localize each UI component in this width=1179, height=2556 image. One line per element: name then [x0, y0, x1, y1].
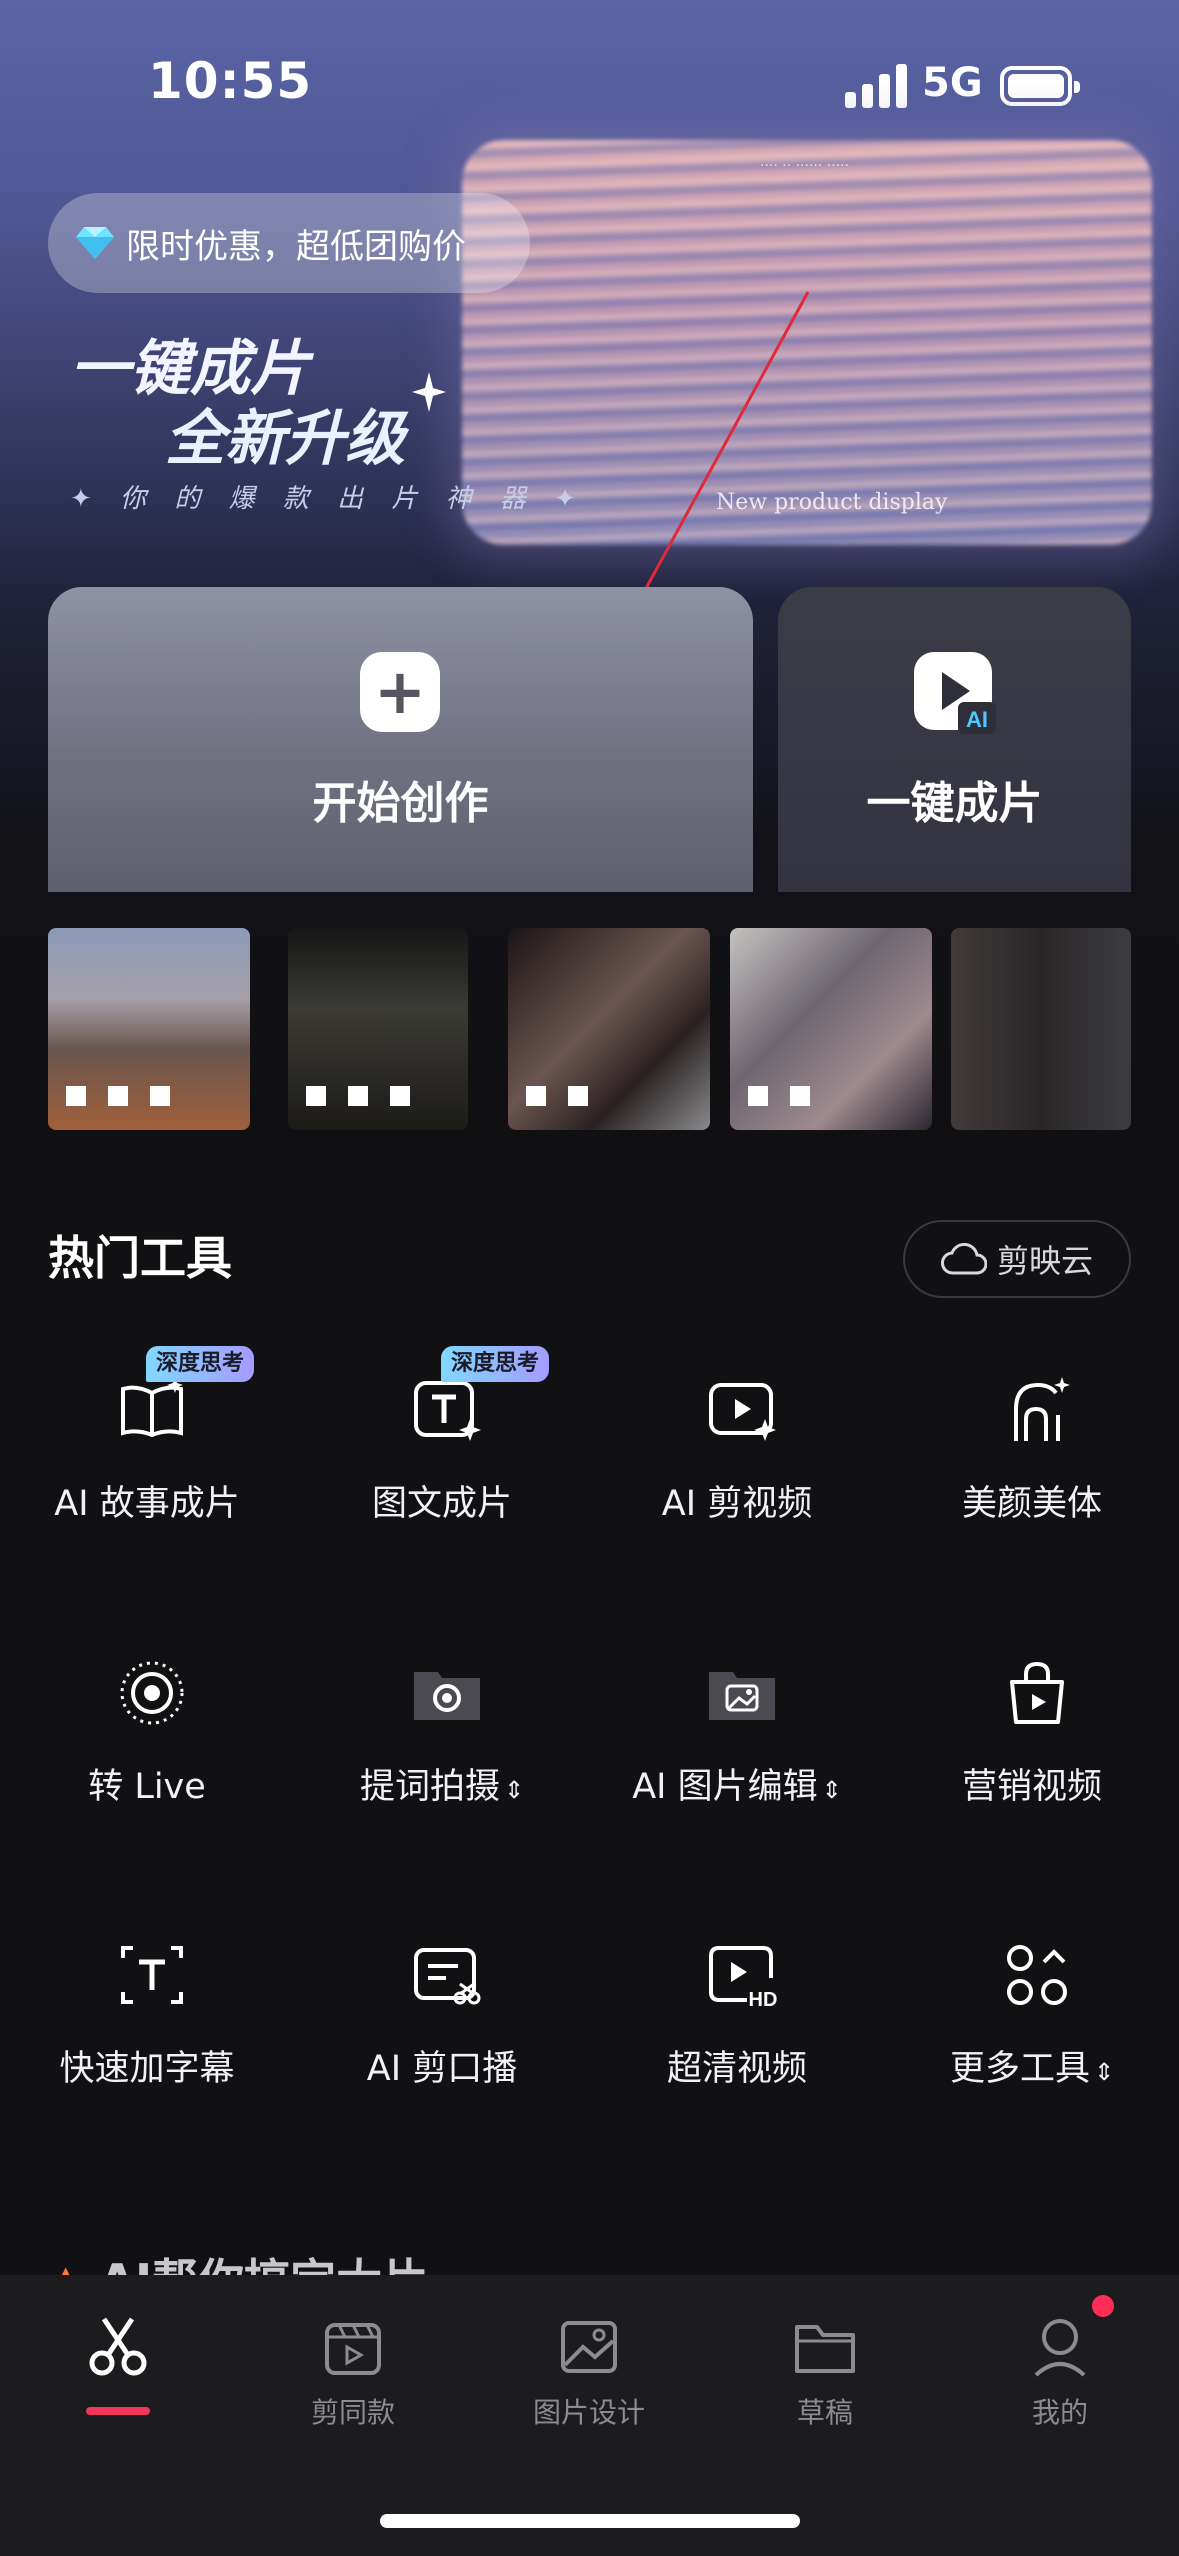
- tool-label: AI 剪视频: [661, 1484, 813, 1524]
- expand-chevron-icon: ⇕: [503, 1776, 525, 1804]
- promo-pill[interactable]: 限时优惠，超低团购价: [48, 193, 530, 293]
- more-tools-icon: [1007, 1945, 1067, 2005]
- tool-teleprompter[interactable]: 提词拍摄 ⇕: [307, 1658, 577, 1858]
- tool-label: 图文成片: [371, 1484, 512, 1524]
- hd-video-icon: HD: [709, 1946, 777, 2010]
- ai-image-edit-icon: [709, 1672, 775, 1720]
- beauty-icon: [1014, 1377, 1070, 1441]
- expand-chevron-icon: ⇕: [821, 1776, 842, 1804]
- sparkle-icon: [412, 372, 446, 412]
- ai-talk-cut-icon: [414, 1948, 481, 2005]
- tool-label: AI 故事成片: [54, 1484, 240, 1524]
- recent-media-strip: [48, 928, 1131, 1130]
- tool-ai-talk-cut[interactable]: AI 剪口播: [307, 1940, 577, 2140]
- image-design-icon: [561, 2321, 617, 2373]
- tab-label: 剪同款: [310, 2396, 395, 2429]
- tool-label: 营销视频: [961, 1767, 1102, 1807]
- hot-tools-title: 热门工具: [48, 1231, 232, 1285]
- banner-headline-2: 全新升级: [165, 404, 405, 474]
- plus-icon: +: [360, 652, 440, 732]
- tab-image-design[interactable]: 图片设计: [499, 2315, 679, 2431]
- tool-label: 提词拍摄 ⇕: [359, 1767, 525, 1807]
- svg-text:AI: AI: [966, 707, 988, 732]
- story-book-icon: [121, 1377, 183, 1438]
- tool-marketing-video[interactable]: 营销视频: [897, 1658, 1167, 1858]
- tab-label: 草稿: [796, 2396, 853, 2429]
- start-creation-card[interactable]: + 开始创作: [48, 587, 753, 892]
- tool-label: 美颜美体: [961, 1484, 1102, 1524]
- tool-label: 超清视频: [666, 2049, 807, 2089]
- cloud-button[interactable]: 剪映云: [903, 1220, 1131, 1298]
- recent-thumbnail[interactable]: [288, 928, 468, 1130]
- marketing-bag-icon: [1010, 1661, 1064, 1724]
- tool-beauty[interactable]: 美颜美体: [897, 1375, 1167, 1575]
- status-bar: 10:55 5G: [0, 0, 1179, 160]
- tab-drafts[interactable]: 草稿: [735, 2315, 915, 2431]
- drafts-folder-icon: [795, 2325, 855, 2373]
- tool-label: AI 剪口播: [366, 2049, 518, 2089]
- tool-label: AI 图片编辑 ⇕: [632, 1767, 842, 1807]
- banner-tagline: ✦ 你 的 爆 款 出 片 神 器 ✦: [70, 484, 586, 514]
- tool-more-tools[interactable]: 更多工具 ⇕: [897, 1940, 1167, 2140]
- tool-label: 更多工具 ⇕: [949, 2049, 1115, 2089]
- template-icon: [325, 2323, 381, 2375]
- teleprompter-camera-icon: [414, 1672, 480, 1720]
- expand-chevron-icon: ⇕: [1093, 2058, 1115, 2086]
- text-to-video-icon: [414, 1381, 481, 1441]
- scissors-icon: [89, 2317, 147, 2376]
- svg-text:HD: HD: [749, 1989, 777, 2010]
- tool-live[interactable]: 转 Live: [12, 1658, 282, 1858]
- deep-think-badge: 深度思考: [146, 1346, 255, 1382]
- tab-edit[interactable]: [28, 2315, 208, 2391]
- recent-thumbnail[interactable]: [508, 928, 710, 1130]
- subtitle-icon: [121, 1946, 183, 2004]
- cloud-icon: [940, 1243, 987, 1275]
- tool-quick-subtitle[interactable]: 快速加字幕: [12, 1940, 282, 2140]
- promo-label: 限时优惠，超低团购价: [126, 226, 466, 267]
- home-indicator: [380, 2514, 800, 2528]
- cloud-label: 剪映云: [996, 1242, 1093, 1280]
- banner-image-small-text: ···· ·· ······ ·····: [760, 158, 850, 174]
- start-creation-label: 开始创作: [312, 778, 489, 829]
- diamond-icon: [76, 227, 114, 259]
- one-click-video-card[interactable]: AI 一键成片: [778, 587, 1131, 892]
- tool-label: 转 Live: [88, 1767, 206, 1807]
- tool-hd-video[interactable]: HD 超清视频: [602, 1940, 872, 2140]
- tool-label: 快速加字幕: [59, 2049, 235, 2089]
- status-time: 10:55: [148, 52, 313, 110]
- deep-think-badge: 深度思考: [441, 1346, 550, 1382]
- tool-ai-story[interactable]: AI 故事成片: [12, 1375, 282, 1575]
- tool-text-to-video[interactable]: 图文成片: [307, 1375, 577, 1575]
- ai-video-edit-icon: [709, 1383, 776, 1441]
- active-tab-indicator: [86, 2407, 150, 2415]
- one-click-video-label: 一键成片: [866, 778, 1043, 829]
- recent-thumbnail[interactable]: [48, 928, 250, 1130]
- recent-thumbnail[interactable]: [730, 928, 932, 1130]
- live-photo-icon: [120, 1661, 184, 1725]
- signal-icon: [845, 64, 907, 108]
- notification-dot: [1092, 2295, 1114, 2317]
- profile-icon: [1034, 2319, 1086, 2377]
- network-type: 5G: [922, 60, 983, 106]
- recent-thumbnail[interactable]: [951, 928, 1131, 1130]
- tool-ai-video-edit[interactable]: AI 剪视频: [602, 1375, 872, 1575]
- tab-label: 图片设计: [532, 2396, 645, 2429]
- battery-icon: [1000, 66, 1080, 106]
- banner-image-caption: New product display: [716, 490, 948, 515]
- tab-profile[interactable]: 我的: [970, 2315, 1150, 2431]
- tool-ai-image-edit[interactable]: AI 图片编辑 ⇕: [602, 1658, 872, 1858]
- tab-templates[interactable]: 剪同款: [263, 2315, 443, 2431]
- tab-label: 我的: [1031, 2396, 1088, 2429]
- ai-play-icon: AI: [914, 652, 996, 734]
